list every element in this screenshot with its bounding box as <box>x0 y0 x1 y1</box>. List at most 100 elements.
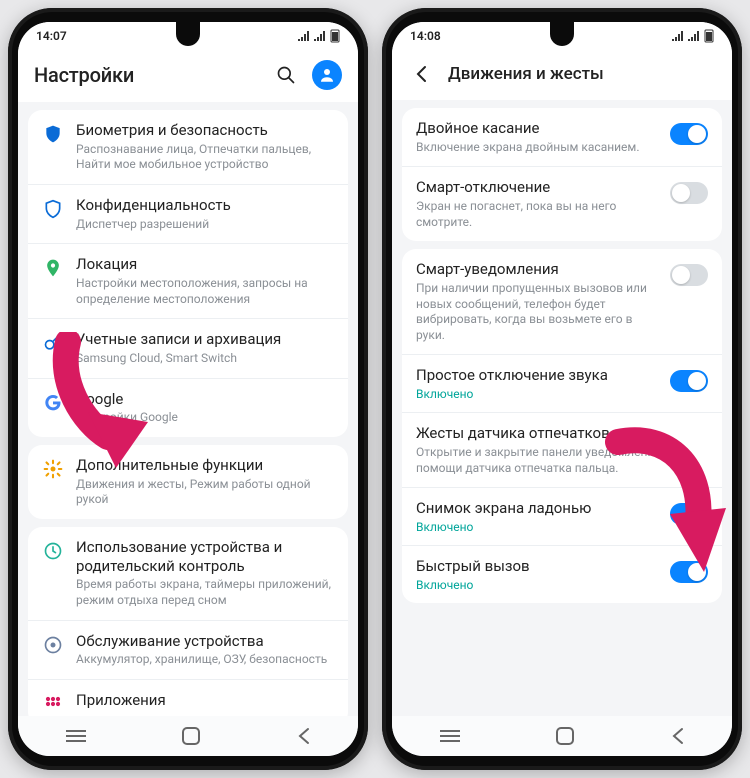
row-title: Использование устройства и родительский … <box>76 538 334 576</box>
gestures-row[interactable]: Смарт-отключение Экран не погаснет, пока … <box>402 167 722 241</box>
status-time: 14:08 <box>410 29 441 43</box>
row-subtitle: Настройки местоположения, запросы на опр… <box>76 276 334 307</box>
gestures-row[interactable]: Двойное касаниеВключение экрана двойным … <box>402 108 722 167</box>
toggle-switch[interactable] <box>670 123 708 145</box>
settings-row[interactable]: GoogleНастройки Google <box>28 379 348 437</box>
gestures-row[interactable]: Быстрый вызов Включено <box>402 546 722 603</box>
row-body: Смарт-отключение Экран не погаснет, пока … <box>416 178 658 230</box>
settings-row[interactable]: Приложения <box>28 680 348 716</box>
nav-home[interactable] <box>556 727 574 745</box>
toggle-switch[interactable] <box>670 264 708 286</box>
settings-row[interactable]: Дополнительные функции Движения и жесты, … <box>28 445 348 519</box>
row-body: Использование устройства и родительский … <box>76 538 334 609</box>
signal-icon <box>672 31 684 41</box>
battery-icon <box>330 29 340 43</box>
row-body: Локация Настройки местоположения, запросы… <box>76 255 334 307</box>
settings-row[interactable]: Биометрия и безопасностьРаспознавание ли… <box>28 110 348 185</box>
row-title: Простое отключение звука <box>416 366 658 385</box>
app-bar: Настройки <box>18 50 358 102</box>
settings-row[interactable]: Конфиденциальность Диспетчер разрешений <box>28 185 348 244</box>
row-subtitle: Настройки Google <box>76 410 334 426</box>
status-tray <box>672 29 714 43</box>
row-title: Конфиденциальность <box>76 196 334 215</box>
row-subtitle: Открытие и закрытие панели уведомлений п… <box>416 445 708 476</box>
chevron-left-icon <box>413 65 431 83</box>
row-body: Биометрия и безопасностьРаспознавание ли… <box>76 121 334 173</box>
row-status: Включено <box>416 578 658 592</box>
wellbeing-icon <box>42 540 64 562</box>
row-title: Биометрия и безопасность <box>76 121 334 140</box>
gestures-row[interactable]: Снимок экрана ладоньюВключено <box>402 488 722 546</box>
app-bar: Движения и жесты <box>392 50 732 100</box>
row-body: Жесты датчика отпечатков Открытие и закры… <box>416 424 708 476</box>
toggle-switch[interactable] <box>670 503 708 525</box>
page-title: Движения и жесты <box>448 64 716 84</box>
nav-recents[interactable] <box>66 729 86 743</box>
back-button[interactable] <box>408 60 436 88</box>
notch <box>176 22 200 46</box>
row-title: Локация <box>76 255 334 274</box>
signal-icon <box>314 31 326 41</box>
settings-row[interactable]: Учетные записи и архивацияSamsung Cloud,… <box>28 319 348 378</box>
row-subtitle: Движения и жесты, Режим работы одной рук… <box>76 477 334 508</box>
row-title: Двойное касание <box>416 119 658 138</box>
settings-row[interactable]: Обслуживание устройстваАккумулятор, хран… <box>28 621 348 680</box>
row-subtitle: Время работы экрана, таймеры приложений,… <box>76 577 334 608</box>
row-title: Приложения <box>76 691 334 710</box>
row-body: GoogleНастройки Google <box>76 390 334 426</box>
row-title: Жесты датчика отпечатков <box>416 424 708 443</box>
row-title: Обслуживание устройства <box>76 632 334 651</box>
row-subtitle: Аккумулятор, хранилище, ОЗУ, безопасност… <box>76 652 334 668</box>
gestures-group: Двойное касаниеВключение экрана двойным … <box>402 108 722 241</box>
google-icon <box>42 392 64 414</box>
settings-group: Дополнительные функции Движения и жесты, … <box>28 445 348 519</box>
battery-icon <box>704 29 714 43</box>
settings-row[interactable]: Локация Настройки местоположения, запросы… <box>28 244 348 319</box>
row-subtitle: Диспетчер разрешений <box>76 217 334 233</box>
row-body: Двойное касаниеВключение экрана двойным … <box>416 119 658 155</box>
settings-group: Биометрия и безопасностьРаспознавание ли… <box>28 110 348 437</box>
row-title: Смарт-отключение <box>416 178 658 197</box>
nav-bar <box>392 716 732 756</box>
row-status: Включено <box>416 520 658 534</box>
settings-list[interactable]: Биометрия и безопасностьРаспознавание ли… <box>18 102 358 716</box>
toggle-switch[interactable] <box>670 370 708 392</box>
nav-back[interactable] <box>670 727 684 745</box>
gestures-group: Смарт-уведомленияПри наличии пропущенных… <box>402 249 722 602</box>
row-body: Учетные записи и архивацияSamsung Cloud,… <box>76 330 334 366</box>
notch <box>550 22 574 46</box>
row-body: Приложения <box>76 691 334 710</box>
toggle-switch[interactable] <box>670 561 708 583</box>
search-button[interactable] <box>272 61 300 89</box>
row-body: Обслуживание устройстваАккумулятор, хран… <box>76 632 334 668</box>
status-time: 14:07 <box>36 29 67 43</box>
search-icon <box>276 65 296 85</box>
gestures-row[interactable]: Простое отключение звука Включено <box>402 355 722 413</box>
nav-home[interactable] <box>182 727 200 745</box>
row-body: Дополнительные функции Движения и жесты, … <box>76 456 334 508</box>
gestures-row[interactable]: Жесты датчика отпечатков Открытие и закры… <box>402 413 722 488</box>
gear-icon <box>42 458 64 480</box>
row-status: Включено <box>416 387 658 401</box>
nav-back[interactable] <box>296 727 310 745</box>
status-tray <box>298 29 340 43</box>
pin-icon <box>42 257 64 279</box>
screen-right: 14:08 Движения и жесты Двойное касаниеВк… <box>392 22 732 756</box>
toggle-switch[interactable] <box>670 182 708 204</box>
settings-row[interactable]: Использование устройства и родительский … <box>28 527 348 621</box>
phone-left: 14:07 Настройки Биометрия и безопасность… <box>8 8 368 770</box>
phone-right: 14:08 Движения и жесты Двойное касаниеВк… <box>382 8 742 770</box>
nav-recents[interactable] <box>440 729 460 743</box>
row-body: Снимок экрана ладоньюВключено <box>416 499 658 534</box>
account-avatar[interactable] <box>312 60 342 90</box>
row-body: Смарт-уведомленияПри наличии пропущенных… <box>416 260 658 343</box>
row-title: Дополнительные функции <box>76 456 334 475</box>
gestures-row[interactable]: Смарт-уведомленияПри наличии пропущенных… <box>402 249 722 355</box>
nav-bar <box>18 716 358 756</box>
row-subtitle: Экран не погаснет, пока вы на него смотр… <box>416 199 658 230</box>
row-title: Google <box>76 390 334 409</box>
row-title: Смарт-уведомления <box>416 260 658 279</box>
gestures-list[interactable]: Двойное касаниеВключение экрана двойным … <box>392 100 732 716</box>
row-body: Простое отключение звука Включено <box>416 366 658 401</box>
row-title: Быстрый вызов <box>416 557 658 576</box>
